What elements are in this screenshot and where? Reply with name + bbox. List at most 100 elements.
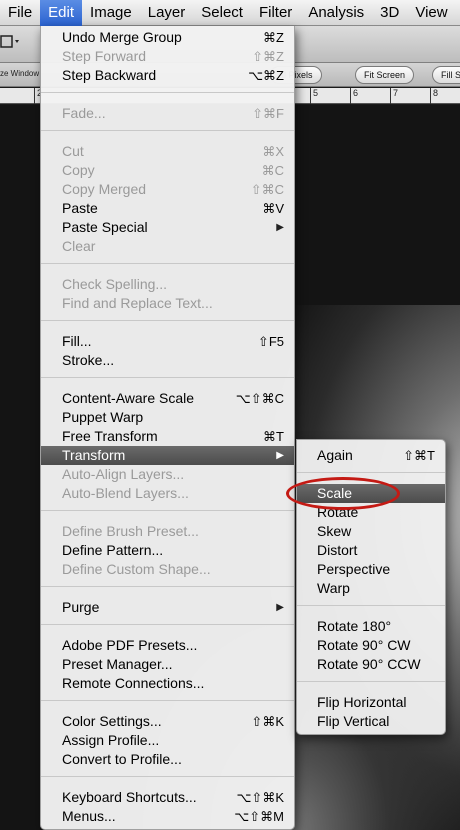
submenu-item-flip-vertical[interactable]: Flip Vertical [297,712,445,731]
menu-bar: File Edit Image Layer Select Filter Anal… [0,0,460,26]
menu-item-fill[interactable]: Fill... ⇧F5 [41,332,294,351]
menu-separator [41,130,294,131]
menu-select[interactable]: Select [193,0,251,26]
menu-item-keyboard-shortcuts[interactable]: Keyboard Shortcuts... ⌥⇧⌘K [41,788,294,807]
menu-item-label: Auto-Align Layers... [62,466,185,482]
menu-item-label: Fill... [62,333,92,349]
menu-item-shortcut: ⌘V [262,201,284,216]
menu-item-shortcut: ⇧⌘Z [252,49,284,64]
menu-item-preset-manager[interactable]: Preset Manager... [41,655,294,674]
menu-item-label: Warp [317,580,350,596]
menu-layer[interactable]: Layer [140,0,194,26]
submenu-item-warp[interactable]: Warp [297,579,445,598]
menu-item-shortcut: ⌘X [262,144,284,159]
menu-item-remote-connections[interactable]: Remote Connections... [41,674,294,693]
menu-view[interactable]: View [407,0,455,26]
menu-item-cut[interactable]: Cut ⌘X [41,142,294,161]
menu-item-step-forward[interactable]: Step Forward ⇧⌘Z [41,47,294,66]
tool-preset-picker[interactable] [0,30,24,54]
menu-item-shortcut: ⌥⌘Z [248,68,284,83]
menu-item-menus[interactable]: Menus... ⌥⇧⌘M [41,807,294,826]
menu-item-label: Step Forward [62,48,147,64]
menu-item-label: Copy Merged [62,181,147,197]
menu-item-stroke[interactable]: Stroke... [41,351,294,370]
menu-item-undo-merge-group[interactable]: Undo Merge Group ⌘Z [41,28,294,47]
menu-item-label: Copy [62,162,95,178]
submenu-arrow-icon: ▶ [276,450,284,461]
menu-item-adobe-pdf-presets[interactable]: Adobe PDF Presets... [41,636,294,655]
menu-item-label: Flip Vertical [317,713,390,729]
menu-item-label: Define Pattern... [62,542,164,558]
menu-item-shortcut: ⇧⌘T [403,448,435,463]
menu-separator [41,586,294,587]
menu-item-shortcut: ⌘C [261,163,284,178]
menu-item-label: Step Backward [62,67,157,83]
menu-item-label: Define Custom Shape... [62,561,211,577]
menu-item-label: Paste Special [62,219,148,235]
submenu-item-rotate-90-cw[interactable]: Rotate 90° CW [297,636,445,655]
ruler-tick: 8 [430,88,438,104]
menu-item-label: Fade... [62,105,106,121]
menu-item-copy-merged[interactable]: Copy Merged ⇧⌘C [41,180,294,199]
submenu-item-rotate-90-ccw[interactable]: Rotate 90° CCW [297,655,445,674]
menu-item-auto-align-layers[interactable]: Auto-Align Layers... [41,465,294,484]
menu-item-copy[interactable]: Copy ⌘C [41,161,294,180]
submenu-item-flip-horizontal[interactable]: Flip Horizontal [297,693,445,712]
menu-item-check-spelling[interactable]: Check Spelling... [41,275,294,294]
menu-item-fade[interactable]: Fade... ⇧⌘F [41,104,294,123]
fill-screen-button[interactable]: Fill S [432,66,460,84]
menu-item-shortcut: ⌘T [263,429,284,444]
submenu-item-distort[interactable]: Distort [297,541,445,560]
submenu-item-skew[interactable]: Skew [297,522,445,541]
menu-separator [41,510,294,511]
menu-separator [41,776,294,777]
menu-separator [41,92,294,93]
menu-item-clear[interactable]: Clear [41,237,294,256]
menu-edit[interactable]: Edit [40,0,83,26]
menu-item-define-brush-preset[interactable]: Define Brush Preset... [41,522,294,541]
menu-item-auto-blend-layers[interactable]: Auto-Blend Layers... [41,484,294,503]
menu-item-label: Skew [317,523,352,539]
menu-filter[interactable]: Filter [251,0,300,26]
menu-item-label: Distort [317,542,358,558]
menu-item-label: Cut [62,143,84,159]
fit-screen-button[interactable]: Fit Screen [355,66,415,84]
menu-3d[interactable]: 3D [372,0,407,26]
submenu-item-again[interactable]: Again ⇧⌘T [297,446,445,465]
menu-item-paste[interactable]: Paste ⌘V [41,199,294,218]
menu-item-free-transform[interactable]: Free Transform ⌘T [41,427,294,446]
menu-item-transform[interactable]: Transform ▶ [41,446,294,465]
menu-analysis[interactable]: Analysis [300,0,372,26]
menu-item-step-backward[interactable]: Step Backward ⌥⌘Z [41,66,294,85]
menu-item-label: Define Brush Preset... [62,523,199,539]
menu-item-color-settings[interactable]: Color Settings... ⇧⌘K [41,712,294,731]
submenu-item-rotate-180[interactable]: Rotate 180° [297,617,445,636]
submenu-item-perspective[interactable]: Perspective [297,560,445,579]
menu-item-convert-to-profile[interactable]: Convert to Profile... [41,750,294,769]
menu-separator [297,681,445,682]
resize-window-label[interactable]: ze Window [0,69,39,78]
menu-image[interactable]: Image [82,0,140,26]
submenu-arrow-icon: ▶ [276,222,284,233]
menu-item-purge[interactable]: Purge ▶ [41,598,294,617]
menu-separator [41,700,294,701]
menu-file[interactable]: File [0,0,40,26]
menu-item-label: Paste [62,200,98,216]
menu-item-shortcut: ⌥⇧⌘K [236,790,284,805]
menu-item-shortcut: ⌥⇧⌘C [235,391,284,406]
ruler-tick: 5 [310,88,318,104]
menu-item-label: Preset Manager... [62,656,173,672]
ruler-tick: 7 [390,88,398,104]
menu-separator [41,263,294,264]
menu-item-label: Rotate 90° CCW [317,656,421,672]
annotation-circle [286,477,400,510]
menu-item-paste-special[interactable]: Paste Special ▶ [41,218,294,237]
menu-item-assign-profile[interactable]: Assign Profile... [41,731,294,750]
menu-item-define-pattern[interactable]: Define Pattern... [41,541,294,560]
menu-item-label: Clear [62,238,96,254]
menu-item-content-aware-scale[interactable]: Content-Aware Scale ⌥⇧⌘C [41,389,294,408]
menu-item-find-replace[interactable]: Find and Replace Text... [41,294,294,313]
menu-item-puppet-warp[interactable]: Puppet Warp [41,408,294,427]
menu-item-define-custom-shape[interactable]: Define Custom Shape... [41,560,294,579]
menu-item-label: Transform [62,447,126,463]
